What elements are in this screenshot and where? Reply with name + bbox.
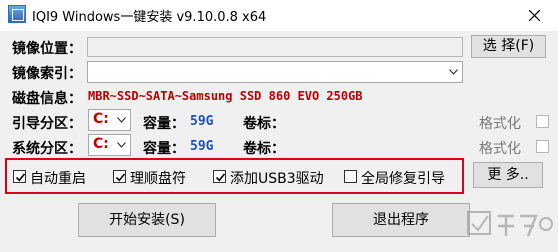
window-title: IQI9 Windows一键安装 v9.10.0.8 x64 <box>32 10 267 25</box>
system-capacity-label: 容量： <box>143 141 185 157</box>
boot-format-checkbox[interactable]: 格式化 <box>479 112 554 132</box>
disk-info-value: MBR~SSD~SATA~Samsung SSD 860 EVO 250GB <box>88 89 363 103</box>
option-label: 全局修复引导 <box>361 171 445 187</box>
image-location-label: 镜像位置： <box>12 41 82 57</box>
checkbox-box <box>344 170 357 183</box>
install-button[interactable]: 开始安装(S) <box>78 203 216 237</box>
system-volume-label: 卷标： <box>243 141 285 157</box>
checkbox-box <box>213 170 226 183</box>
close-icon <box>529 10 540 21</box>
system-partition-label: 系统分区： <box>12 141 82 157</box>
title-bar: IQI9 Windows一键安装 v9.10.0.8 x64 <box>0 0 558 31</box>
browse-button-label: 选 择(F) <box>482 38 535 54</box>
app-icon <box>8 5 26 23</box>
chevron-down-icon <box>117 117 126 123</box>
boot-partition-select[interactable]: C: <box>88 109 131 131</box>
check-icon <box>215 173 226 182</box>
checkbox-box <box>113 170 126 183</box>
system-partition-drive: C: <box>93 136 109 152</box>
system-partition-select[interactable]: C: <box>88 134 131 156</box>
disk-info-label: 磁盘信息： <box>12 91 82 107</box>
system-capacity-value: 59G <box>190 139 214 154</box>
chevron-down-icon <box>117 142 126 148</box>
exit-button[interactable]: 退出程序 <box>332 203 470 237</box>
watermark-logo <box>467 211 553 237</box>
exit-button-label: 退出程序 <box>373 212 429 228</box>
boot-format-box <box>536 115 549 128</box>
option-label: 理顺盘符 <box>130 171 186 187</box>
main-panel: 镜像位置： 选 择(F) 镜像索引： 磁盘信息： MBR~SSD~SATA~Sa… <box>0 31 558 252</box>
option-sort-drive-letters[interactable]: 理顺盘符 <box>113 167 193 187</box>
option-label: 自动重启 <box>30 171 86 187</box>
boot-partition-drive: C: <box>93 111 109 127</box>
browse-button[interactable]: 选 择(F) <box>471 35 546 58</box>
check-icon <box>115 173 126 182</box>
image-location-field[interactable] <box>87 37 463 57</box>
check-icon <box>15 173 26 182</box>
option-add-usb3-driver[interactable]: 添加USB3驱动 <box>213 167 328 187</box>
boot-format-label: 格式化 <box>479 116 521 132</box>
boot-capacity-label: 容量： <box>143 116 185 132</box>
option-auto-restart[interactable]: 自动重启 <box>13 167 93 187</box>
system-format-box <box>536 140 549 153</box>
image-index-select[interactable] <box>87 61 463 83</box>
more-button[interactable]: 更 多.. <box>473 162 543 188</box>
boot-volume-label: 卷标： <box>243 116 285 132</box>
checkbox-box <box>13 170 26 183</box>
image-index-label: 镜像索引： <box>12 66 82 82</box>
boot-capacity-value: 59G <box>190 114 214 129</box>
system-format-label: 格式化 <box>479 141 521 157</box>
install-button-label: 开始安装(S) <box>109 212 185 228</box>
close-button[interactable] <box>512 0 558 31</box>
option-label: 添加USB3驱动 <box>230 171 324 187</box>
system-format-checkbox[interactable]: 格式化 <box>479 137 554 157</box>
more-button-label: 更 多.. <box>487 167 529 183</box>
boot-partition-label: 引导分区： <box>12 116 82 132</box>
option-global-repair-boot[interactable]: 全局修复引导 <box>344 167 456 187</box>
chevron-down-icon <box>449 69 458 75</box>
